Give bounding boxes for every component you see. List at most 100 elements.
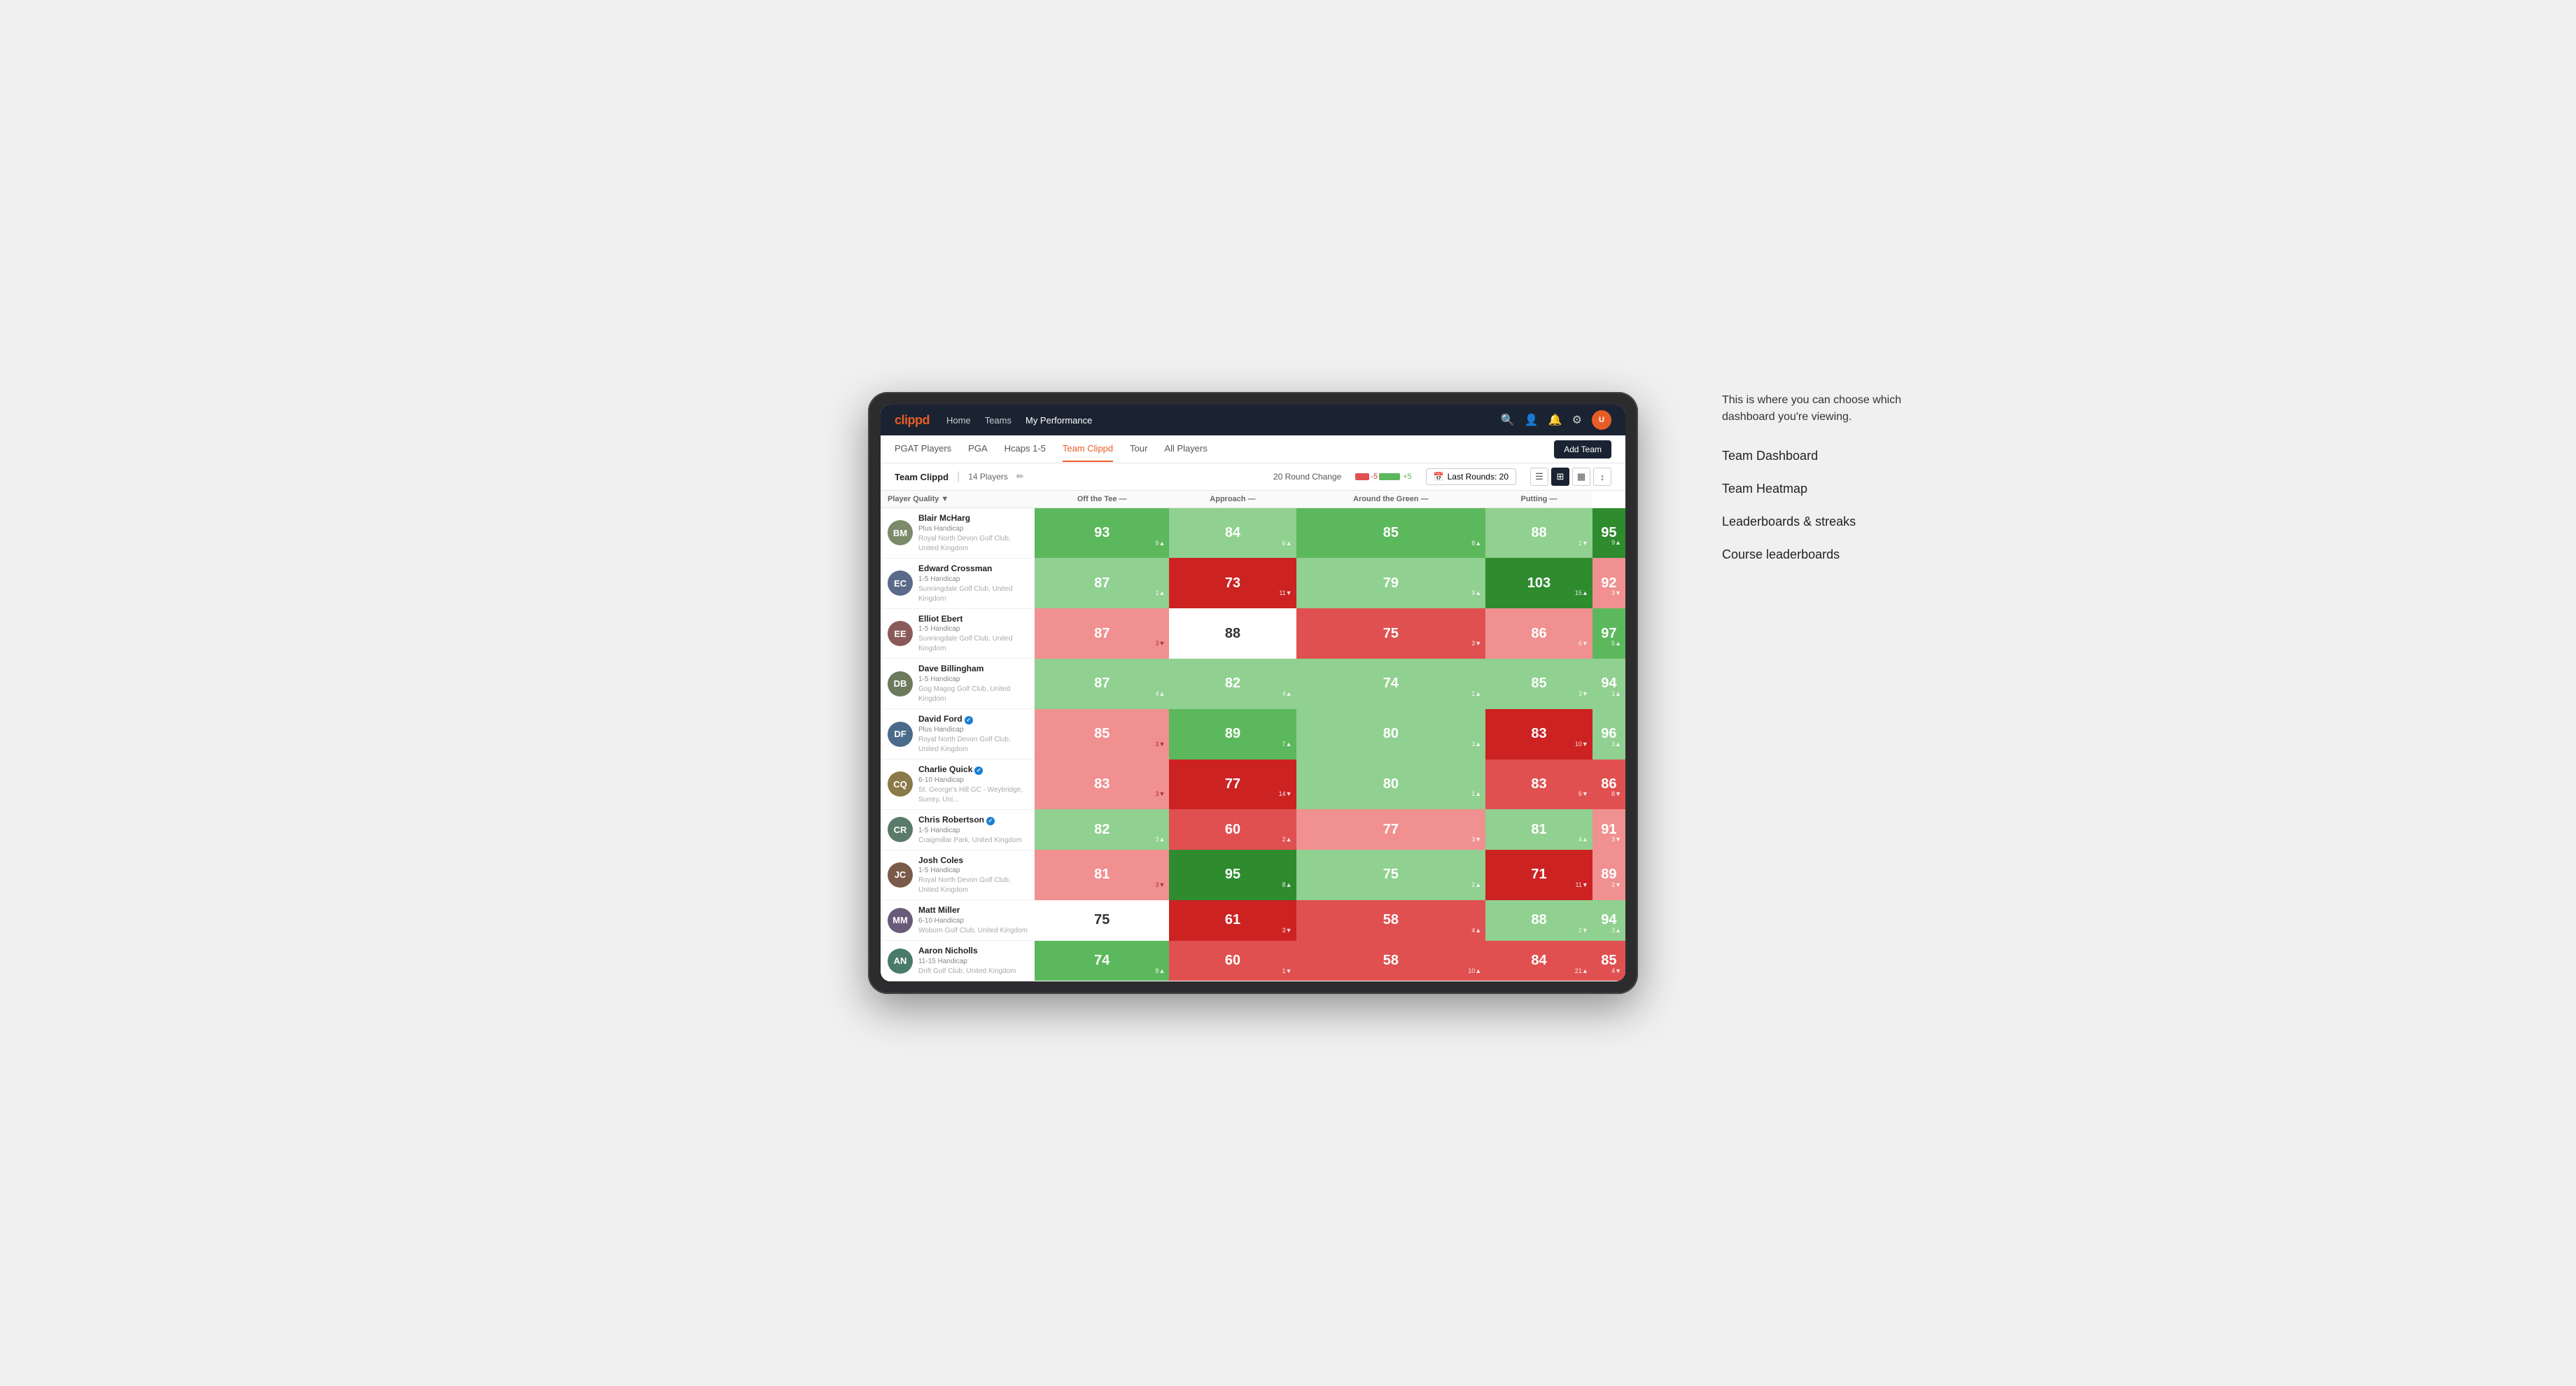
score-cell: 80 1▲ bbox=[1296, 760, 1486, 810]
sub-nav-hcaps[interactable]: Hcaps 1-5 bbox=[1004, 436, 1046, 462]
player-info: DB Dave Billingham 1-5 Handicap Gog Mago… bbox=[888, 663, 1028, 704]
player-handicap: Plus Handicap bbox=[918, 725, 1028, 735]
sub-nav-team-clippd[interactable]: Team Clippd bbox=[1063, 436, 1113, 462]
col-header-tee: Off the Tee — bbox=[1035, 491, 1169, 508]
score-cell-inner: 79 9▲ bbox=[1296, 566, 1486, 601]
col-header-around: Around the Green — bbox=[1296, 491, 1486, 508]
player-cell: MM Matt Miller 6-10 Handicap Woburn Golf… bbox=[881, 900, 1035, 941]
team-count: 14 Players bbox=[968, 472, 1008, 482]
table-row[interactable]: CQ Charlie Quick✓ 6-10 Handicap St. Geor… bbox=[881, 760, 1625, 810]
score-cell-inner: 89 7▲ bbox=[1169, 717, 1296, 752]
score-change: 10▼ bbox=[1575, 741, 1588, 748]
score-cell-inner: 77 14▼ bbox=[1169, 766, 1296, 802]
expand-icon[interactable]: ↕ bbox=[1593, 468, 1611, 486]
sub-nav-links: PGAT Players PGA Hcaps 1-5 Team Clippd T… bbox=[895, 436, 1208, 462]
score-value: 88 bbox=[1225, 626, 1240, 642]
sub-nav-pgat-players[interactable]: PGAT Players bbox=[895, 436, 951, 462]
table-row[interactable]: DB Dave Billingham 1-5 Handicap Gog Mago… bbox=[881, 659, 1625, 709]
player-details: Matt Miller 6-10 Handicap Woburn Golf Cl… bbox=[918, 904, 1028, 936]
score-cell-inner: 85 4▼ bbox=[1592, 944, 1625, 979]
player-handicap: 6-10 Handicap bbox=[918, 916, 1028, 926]
score-change: 3▼ bbox=[1611, 836, 1621, 843]
player-details: Edward Crossman 1-5 Handicap Sunningdale… bbox=[918, 563, 1028, 604]
score-cell-inner: 58 10▲ bbox=[1296, 944, 1486, 979]
score-value: 83 bbox=[1531, 776, 1546, 792]
table-row[interactable]: DF David Ford✓ Plus Handicap Royal North… bbox=[881, 709, 1625, 760]
avatar: CR bbox=[888, 817, 913, 842]
annotation-item: Team Heatmap bbox=[1722, 479, 1932, 498]
score-value: 85 bbox=[1531, 676, 1546, 692]
score-change: 3▼ bbox=[1578, 690, 1588, 697]
annotation-item: Leaderboards & streaks bbox=[1722, 512, 1932, 531]
edit-icon[interactable]: ✏ bbox=[1016, 471, 1024, 482]
player-cell: CR Chris Robertson✓ 1-5 Handicap Craigmi… bbox=[881, 809, 1035, 850]
sub-nav-all-players[interactable]: All Players bbox=[1164, 436, 1207, 462]
nav-link-my-performance[interactable]: My Performance bbox=[1026, 412, 1092, 428]
player-cell: BM Blair McHarg Plus Handicap Royal Nort… bbox=[881, 508, 1035, 559]
player-club: Craigmillar Park, United Kingdom bbox=[918, 836, 1022, 846]
player-info: EC Edward Crossman 1-5 Handicap Sunningd… bbox=[888, 563, 1028, 604]
score-change: 3▼ bbox=[1155, 640, 1165, 647]
score-cell: 81 3▼ bbox=[1035, 850, 1169, 900]
score-change: 3▼ bbox=[1471, 640, 1481, 647]
score-change: 9▲ bbox=[1155, 540, 1165, 547]
add-team-button[interactable]: Add Team bbox=[1554, 440, 1611, 458]
nav-link-teams[interactable]: Teams bbox=[985, 412, 1011, 428]
score-cell-inner: 97 5▲ bbox=[1592, 616, 1625, 651]
table-row[interactable]: AN Aaron Nicholls 11-15 Handicap Drift G… bbox=[881, 941, 1625, 981]
team-bar: Team Clippd | 14 Players ✏ 20 Round Chan… bbox=[881, 463, 1625, 491]
table-row[interactable]: EC Edward Crossman 1-5 Handicap Sunningd… bbox=[881, 558, 1625, 608]
heatmap-view-icon[interactable]: ▦ bbox=[1572, 468, 1590, 486]
player-cell: DB Dave Billingham 1-5 Handicap Gog Mago… bbox=[881, 659, 1035, 709]
sub-nav-tour[interactable]: Tour bbox=[1130, 436, 1147, 462]
player-name: Edward Crossman bbox=[918, 563, 1028, 575]
player-club: Gog Magog Golf Club, United Kingdom bbox=[918, 685, 1028, 704]
avatar: MM bbox=[888, 908, 913, 933]
table-row[interactable]: MM Matt Miller 6-10 Handicap Woburn Golf… bbox=[881, 900, 1625, 941]
sub-nav-pga[interactable]: PGA bbox=[968, 436, 987, 462]
score-value: 80 bbox=[1383, 726, 1399, 742]
score-cell-inner: 77 3▼ bbox=[1296, 812, 1486, 847]
settings-icon[interactable]: ⚙ bbox=[1572, 413, 1582, 427]
grid-view-icon[interactable]: ⊞ bbox=[1551, 468, 1569, 486]
score-change: 3▲ bbox=[1471, 741, 1481, 748]
round-change-bar: -5 +5 bbox=[1355, 472, 1411, 481]
player-name: Elliot Ebert bbox=[918, 613, 1028, 625]
search-icon[interactable]: 🔍 bbox=[1501, 413, 1515, 427]
annotation-note: This is where you can choose which dashb… bbox=[1722, 392, 1932, 426]
person-icon[interactable]: 👤 bbox=[1525, 413, 1539, 427]
score-cell: 85 3▼ bbox=[1035, 709, 1169, 760]
score-change: 3▲ bbox=[1611, 741, 1621, 748]
score-cell-inner: 74 1▲ bbox=[1296, 666, 1486, 701]
score-cell: 84 21▲ bbox=[1485, 941, 1592, 981]
score-cell: 94 3▲ bbox=[1592, 900, 1625, 941]
score-cell-inner: 84 6▲ bbox=[1169, 516, 1296, 551]
table-row[interactable]: JC Josh Coles 1-5 Handicap Royal North D… bbox=[881, 850, 1625, 900]
tablet-screen: clippd Home Teams My Performance 🔍 👤 🔔 ⚙… bbox=[881, 405, 1625, 981]
score-cell-inner: 60 2▲ bbox=[1169, 812, 1296, 847]
list-view-icon[interactable]: ☰ bbox=[1530, 468, 1548, 486]
score-cell: 87 3▼ bbox=[1035, 608, 1169, 659]
player-info: MM Matt Miller 6-10 Handicap Woburn Golf… bbox=[888, 904, 1028, 936]
score-value: 82 bbox=[1094, 822, 1110, 838]
table-row[interactable]: CR Chris Robertson✓ 1-5 Handicap Craigmi… bbox=[881, 809, 1625, 850]
table-row[interactable]: EE Elliot Ebert 1-5 Handicap Sunningdale… bbox=[881, 608, 1625, 659]
nav-link-home[interactable]: Home bbox=[946, 412, 971, 428]
avatar: EE bbox=[888, 621, 913, 646]
bell-icon[interactable]: 🔔 bbox=[1548, 413, 1562, 427]
score-change: 8▲ bbox=[1282, 881, 1292, 888]
player-club: Royal North Devon Golf Club, United King… bbox=[918, 534, 1028, 554]
score-cell: 58 4▲ bbox=[1296, 900, 1486, 941]
col-header-approach: Approach — bbox=[1169, 491, 1296, 508]
score-cell: 103 15▲ bbox=[1485, 558, 1592, 608]
score-change: 9▲ bbox=[1471, 589, 1481, 596]
separator: | bbox=[957, 470, 960, 483]
score-change: 6▲ bbox=[1282, 540, 1292, 547]
player-info: EE Elliot Ebert 1-5 Handicap Sunningdale… bbox=[888, 613, 1028, 654]
table-row[interactable]: BM Blair McHarg Plus Handicap Royal Nort… bbox=[881, 508, 1625, 559]
player-cell: CQ Charlie Quick✓ 6-10 Handicap St. Geor… bbox=[881, 760, 1035, 810]
score-value: 87 bbox=[1094, 575, 1110, 592]
last-rounds-button[interactable]: 📅 Last Rounds: 20 bbox=[1426, 468, 1516, 485]
avatar[interactable]: U bbox=[1592, 410, 1611, 430]
score-change: 7▲ bbox=[1282, 741, 1292, 748]
